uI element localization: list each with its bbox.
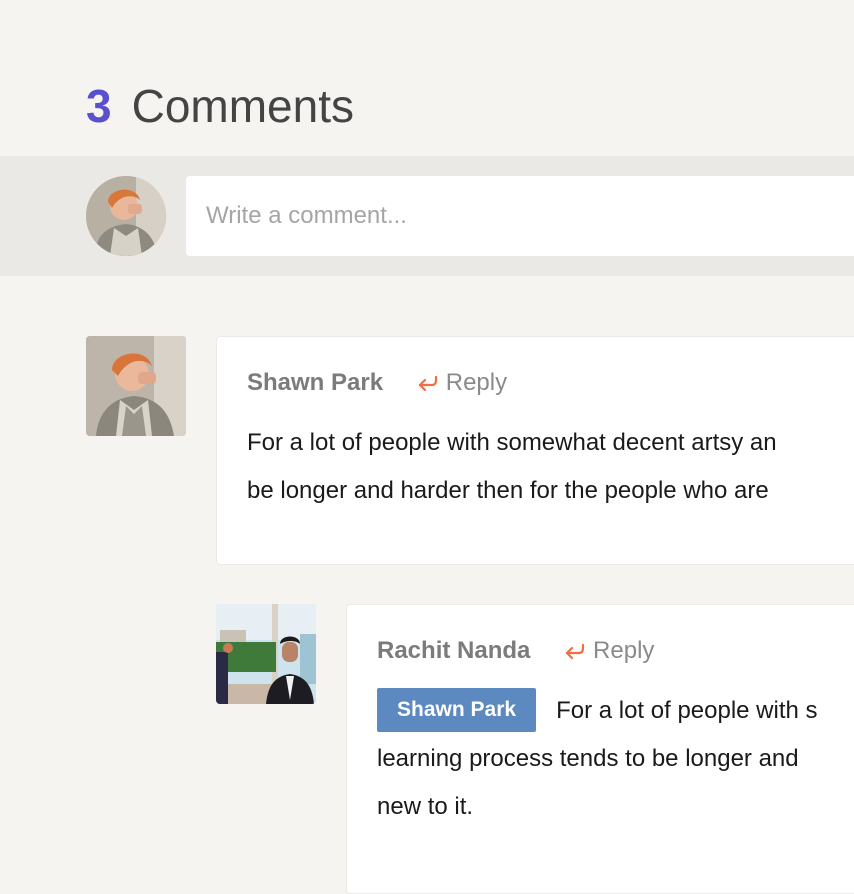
reply-arrow-icon xyxy=(418,375,437,392)
reply-card: Rachit Nanda Reply Shawn Park For a lot o… xyxy=(346,604,854,894)
comment-author[interactable]: Rachit Nanda xyxy=(377,637,530,664)
comment-header: Rachit Nanda Reply xyxy=(377,635,654,667)
comment-header: Shawn Park Reply xyxy=(247,367,507,399)
comment-input[interactable] xyxy=(186,176,854,256)
reply-button[interactable]: Reply xyxy=(565,635,654,667)
comments-label: Comments xyxy=(131,80,354,132)
shawn-park-avatar-image xyxy=(86,336,186,436)
comment-author[interactable]: Shawn Park xyxy=(247,369,383,396)
comment-text-line: Shawn Park For a lot of people with s xyxy=(377,687,818,735)
comment-author-avatar[interactable] xyxy=(216,604,316,704)
comment-count: 3 xyxy=(86,80,112,132)
comment-text-line: learning process tends to be longer and xyxy=(377,745,799,772)
comment-author-avatar[interactable] xyxy=(86,336,186,436)
comment-text-line: new to it. xyxy=(377,793,474,820)
comment-text-line: be longer and harder then for the people… xyxy=(247,477,769,504)
current-user-avatar-image xyxy=(86,176,166,256)
comment-text-fragment: For a lot of people with s xyxy=(556,697,818,724)
current-user-avatar xyxy=(86,176,166,256)
comment-body: Shawn Park For a lot of people with s lea… xyxy=(377,687,818,831)
mention-tag[interactable]: Shawn Park xyxy=(377,688,537,732)
comment-card: Shawn Park Reply For a lot of people wit… xyxy=(216,336,854,565)
reply-label: Reply xyxy=(445,369,508,396)
reply-button[interactable]: Reply xyxy=(418,367,507,399)
reply-label: Reply xyxy=(593,637,655,664)
comments-heading: 3 Comments xyxy=(86,76,354,136)
rachit-nanda-avatar-image xyxy=(216,604,316,704)
comment-text-line: For a lot of people with somewhat decent… xyxy=(247,429,777,456)
comment-body: For a lot of people with somewhat decent… xyxy=(247,419,777,515)
reply-arrow-icon xyxy=(565,643,585,660)
